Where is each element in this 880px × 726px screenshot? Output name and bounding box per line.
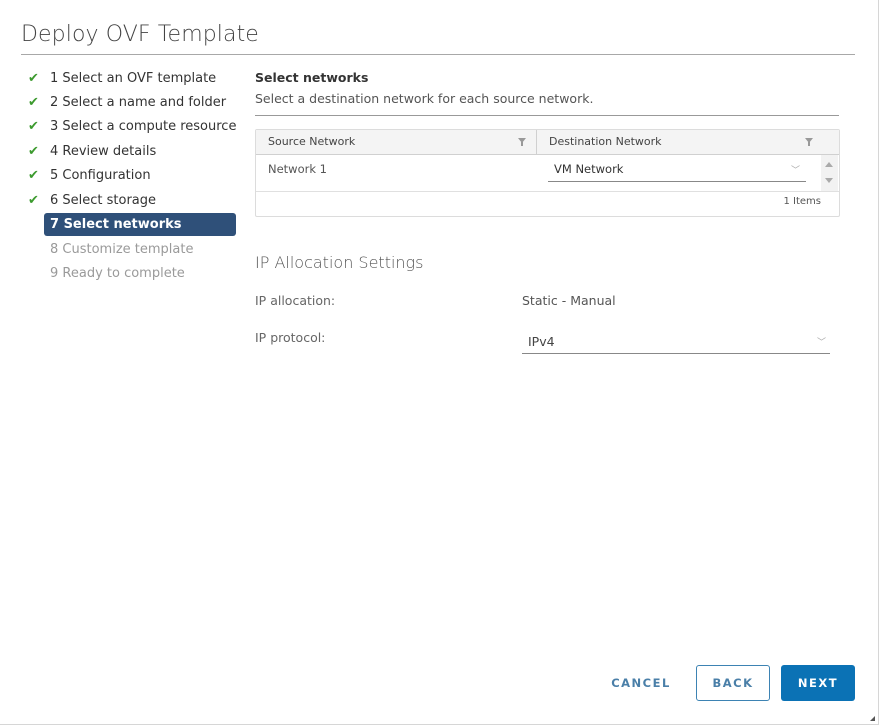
dialog-title: Deploy OVF Template [21, 22, 259, 47]
step-label: 8 Customize template [50, 242, 194, 258]
step-9: 9 Ready to complete [28, 262, 238, 286]
destination-network-select[interactable]: VM Network ﹀ [548, 159, 806, 182]
selected-value: VM Network [554, 162, 624, 176]
check-icon: ✔ [28, 143, 39, 159]
cancel-button[interactable]: CANCEL [604, 665, 678, 701]
ip-protocol-label: IP protocol: [255, 330, 326, 345]
check-icon: ✔ [28, 70, 39, 86]
section-description: Select a destination network for each so… [255, 91, 594, 106]
step-6[interactable]: ✔ 6 Select storage [28, 188, 238, 212]
selected-value: IPv4 [528, 334, 555, 349]
next-button[interactable]: NEXT [781, 665, 855, 701]
chevron-down-icon: ﹀ [790, 166, 800, 176]
grid-header: Source Network Destination Network [256, 130, 839, 155]
column-header-label: Destination Network [549, 135, 662, 148]
column-header-label: Source Network [268, 135, 356, 148]
ip-allocation-title: IP Allocation Settings [255, 253, 424, 272]
filter-icon[interactable] [518, 138, 526, 146]
step-label: 1 Select an OVF template [50, 70, 217, 86]
step-4[interactable]: ✔ 4 Review details [28, 139, 238, 163]
step-label: 7 Select networks [50, 217, 182, 233]
column-header-destination[interactable]: Destination Network [537, 130, 839, 154]
filter-icon[interactable] [805, 138, 813, 146]
step-3[interactable]: ✔ 3 Select a compute resource [28, 115, 238, 139]
step-8: 8 Customize template [28, 237, 238, 261]
step-label: 9 Ready to complete [50, 266, 185, 282]
check-icon: ✔ [28, 192, 39, 208]
deploy-ovf-dialog: Deploy OVF Template ✔ 1 Select an OVF te… [0, 0, 879, 725]
table-row: Network 1 VM Network ﹀ [256, 155, 839, 192]
wizard-steps: ✔ 1 Select an OVF template ✔ 2 Select a … [28, 66, 238, 286]
chevron-down-icon: ﹀ [816, 338, 826, 348]
back-button[interactable]: BACK [696, 665, 770, 701]
check-icon: ✔ [28, 119, 39, 135]
step-2[interactable]: ✔ 2 Select a name and folder [28, 90, 238, 114]
vertical-scrollbar[interactable] [821, 155, 838, 191]
scroll-down-icon[interactable] [825, 178, 833, 183]
section-divider [255, 115, 839, 116]
step-label: 4 Review details [50, 143, 157, 159]
step-label: 6 Select storage [50, 192, 157, 208]
step-label: 5 Configuration [50, 168, 151, 184]
ip-allocation-label: IP allocation: [255, 293, 336, 308]
step-7-current[interactable]: 7 Select networks [44, 213, 236, 237]
network-mapping-grid: Source Network Destination Network Netwo… [255, 129, 840, 217]
check-icon: ✔ [28, 168, 39, 184]
ip-protocol-select[interactable]: IPv4 ﹀ [522, 327, 830, 354]
resize-handle-icon[interactable] [870, 716, 875, 721]
step-1[interactable]: ✔ 1 Select an OVF template [28, 66, 238, 90]
step-label: 3 Select a compute resource [50, 119, 237, 135]
source-network-cell: Network 1 [268, 162, 327, 176]
scroll-up-icon[interactable] [825, 162, 833, 167]
ip-allocation-value: Static - Manual [522, 293, 616, 308]
item-count: 1 Items [783, 196, 821, 207]
check-icon: ✔ [28, 95, 39, 111]
title-divider [21, 54, 855, 55]
section-title: Select networks [255, 70, 369, 85]
step-5[interactable]: ✔ 5 Configuration [28, 164, 238, 188]
column-header-source[interactable]: Source Network [256, 130, 537, 154]
step-label: 2 Select a name and folder [50, 95, 227, 111]
